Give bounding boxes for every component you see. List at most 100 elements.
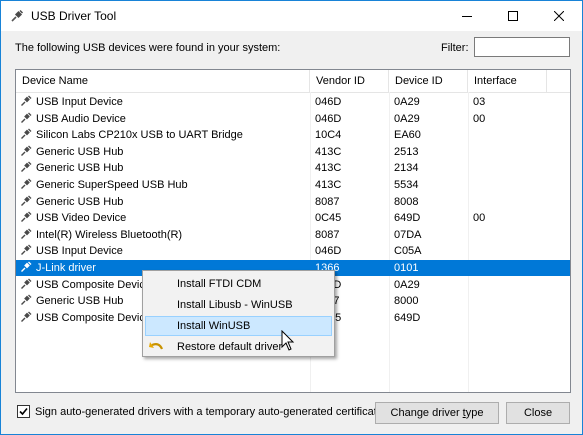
change-driver-type-button[interactable]: Change driver type xyxy=(375,402,499,424)
usb-plug-icon xyxy=(21,128,32,140)
vendor-id-cell: 0C45 xyxy=(315,212,342,225)
title-bar[interactable]: USB Driver Tool xyxy=(1,1,582,31)
menu-item-label: Install Libusb - WinUSB xyxy=(177,299,293,311)
usb-plug-icon xyxy=(21,311,32,322)
interface-cell xyxy=(473,194,545,210)
device-name: Generic USB Hub xyxy=(36,162,124,175)
vendor-id-cell: 413C xyxy=(315,179,342,191)
interface-cell: 03 xyxy=(473,96,486,108)
device-id-cell: C05A xyxy=(394,245,422,258)
usb-plug-icon xyxy=(21,294,32,306)
device-name-cell: Intel(R) Wireless Bluetooth(R) xyxy=(20,227,310,243)
usb-plug-icon xyxy=(21,145,32,156)
column-header-vendor-id[interactable]: Vendor ID xyxy=(310,70,389,92)
usb-plug-icon xyxy=(21,112,32,123)
device-name: Generic SuperSpeed USB Hub xyxy=(36,179,188,191)
device-id-cell: 8008 xyxy=(394,195,419,208)
device-name: USB Composite Device xyxy=(36,278,151,291)
usb-plug-icon xyxy=(21,211,32,223)
interface-cell xyxy=(473,277,545,293)
column-header-device-id[interactable]: Device ID xyxy=(389,70,468,92)
interface-cell xyxy=(473,227,545,243)
minimize-icon xyxy=(462,16,472,17)
device-name-cell: Generic USB Hub xyxy=(20,160,310,176)
vendor-id-cell: 413C xyxy=(315,162,342,175)
vendor-id-cell: 8087 xyxy=(315,195,340,208)
vendor-id-cell: 046D xyxy=(315,96,342,108)
maximize-icon xyxy=(508,11,518,21)
usb-driver-tool-window: USB Driver Tool The following USB device… xyxy=(0,0,583,435)
usb-plug-icon xyxy=(21,244,32,256)
usb-plug-icon xyxy=(11,9,24,22)
interface-cell: 00 xyxy=(473,212,486,225)
usb-plug-icon xyxy=(21,228,32,239)
mouse-cursor-icon xyxy=(281,330,295,351)
device-id-cell: 5534 xyxy=(394,179,419,191)
vendor-id-cell: 8087 xyxy=(315,228,340,241)
device-name: USB Audio Device xyxy=(36,112,126,125)
table-row[interactable]: USB Video Device 0C45 649D 00 xyxy=(16,210,570,226)
menu-item-label: Restore default driver xyxy=(177,341,283,353)
table-row[interactable]: Intel(R) Wireless Bluetooth(R) 8087 07DA xyxy=(16,227,570,243)
device-id-cell: 0A29 xyxy=(394,278,420,291)
device-id-cell: 07DA xyxy=(394,228,422,241)
device-name: USB Composite Device xyxy=(36,311,151,324)
table-row[interactable]: Silicon Labs CP210x USB to UART Bridge 10… xyxy=(16,127,570,143)
close-window-button[interactable] xyxy=(536,1,582,31)
button-label: Change driver type xyxy=(390,407,484,419)
device-name: USB Input Device xyxy=(36,96,123,108)
device-id-cell: 649D xyxy=(394,311,421,324)
menu-item-label: Install FTDI CDM xyxy=(177,278,262,290)
usb-plug-icon xyxy=(21,161,32,173)
interface-cell xyxy=(473,310,545,326)
interface-cell: 00 xyxy=(473,112,486,125)
vendor-id-cell: 413C xyxy=(315,145,342,158)
device-name-cell: USB Video Device xyxy=(20,210,310,226)
maximize-button[interactable] xyxy=(490,1,536,31)
interface-cell xyxy=(473,144,545,160)
column-header-device-name[interactable]: Device Name xyxy=(16,70,310,92)
device-name-cell: Generic SuperSpeed USB Hub xyxy=(20,177,310,193)
device-name: Silicon Labs CP210x USB to UART Bridge xyxy=(36,129,243,142)
device-name: Generic USB Hub xyxy=(36,295,124,308)
device-id-cell: EA60 xyxy=(394,129,421,142)
window-title: USB Driver Tool xyxy=(31,9,117,23)
checkmark-icon xyxy=(19,407,28,416)
vendor-id-cell: 046D xyxy=(315,245,342,258)
table-row[interactable]: Generic USB Hub 8087 8008 xyxy=(16,194,570,210)
device-id-cell: 8000 xyxy=(394,295,419,308)
device-name: USB Video Device xyxy=(36,212,127,225)
table-row[interactable]: Generic SuperSpeed USB Hub 413C 5534 xyxy=(16,177,570,193)
device-name-cell: USB Input Device xyxy=(20,94,310,110)
device-id-cell: 2513 xyxy=(394,145,419,158)
device-id-cell: 0101 xyxy=(394,262,419,274)
table-row[interactable]: USB Audio Device 046D 0A29 00 xyxy=(16,111,570,127)
menu-item-label: Install WinUSB xyxy=(177,320,251,332)
device-id-cell: 2134 xyxy=(394,162,419,175)
menu-item-install-winusb[interactable]: Install WinUSB xyxy=(145,316,332,336)
menu-item-install-libusb-winusb[interactable]: Install Libusb - WinUSB xyxy=(145,295,332,315)
table-row[interactable]: USB Input Device 046D 0A29 03 xyxy=(16,94,570,110)
table-row[interactable]: Generic USB Hub 413C 2513 xyxy=(16,144,570,160)
sign-drivers-label[interactable]: Sign auto-generated drivers with a tempo… xyxy=(35,406,383,418)
usb-plug-icon xyxy=(21,178,32,189)
close-button[interactable]: Close xyxy=(506,402,570,424)
device-name-cell: USB Audio Device xyxy=(20,111,310,127)
device-name-cell: Generic USB Hub xyxy=(20,144,310,160)
filter-input[interactable] xyxy=(474,37,570,57)
menu-item-install-ftdi-cdm[interactable]: Install FTDI CDM xyxy=(145,274,332,294)
list-header: Device Name Vendor ID Device ID Interfac… xyxy=(16,70,570,93)
interface-cell xyxy=(473,160,545,176)
device-name-cell: Generic USB Hub xyxy=(20,194,310,210)
minimize-button[interactable] xyxy=(444,1,490,31)
sign-drivers-checkbox[interactable] xyxy=(17,405,30,418)
interface-cell xyxy=(473,293,545,309)
context-menu: Install FTDI CDM Install Libusb - WinUSB… xyxy=(142,270,335,357)
table-row[interactable]: Generic USB Hub 413C 2134 xyxy=(16,160,570,176)
table-row[interactable]: USB Input Device 046D C05A xyxy=(16,243,570,259)
usb-plug-icon xyxy=(21,95,32,106)
usb-plug-icon xyxy=(21,195,32,206)
column-header-interface[interactable]: Interface xyxy=(468,70,547,92)
menu-item-restore-default-driver[interactable]: Restore default driver xyxy=(145,337,332,357)
device-name-cell: USB Input Device xyxy=(20,243,310,259)
